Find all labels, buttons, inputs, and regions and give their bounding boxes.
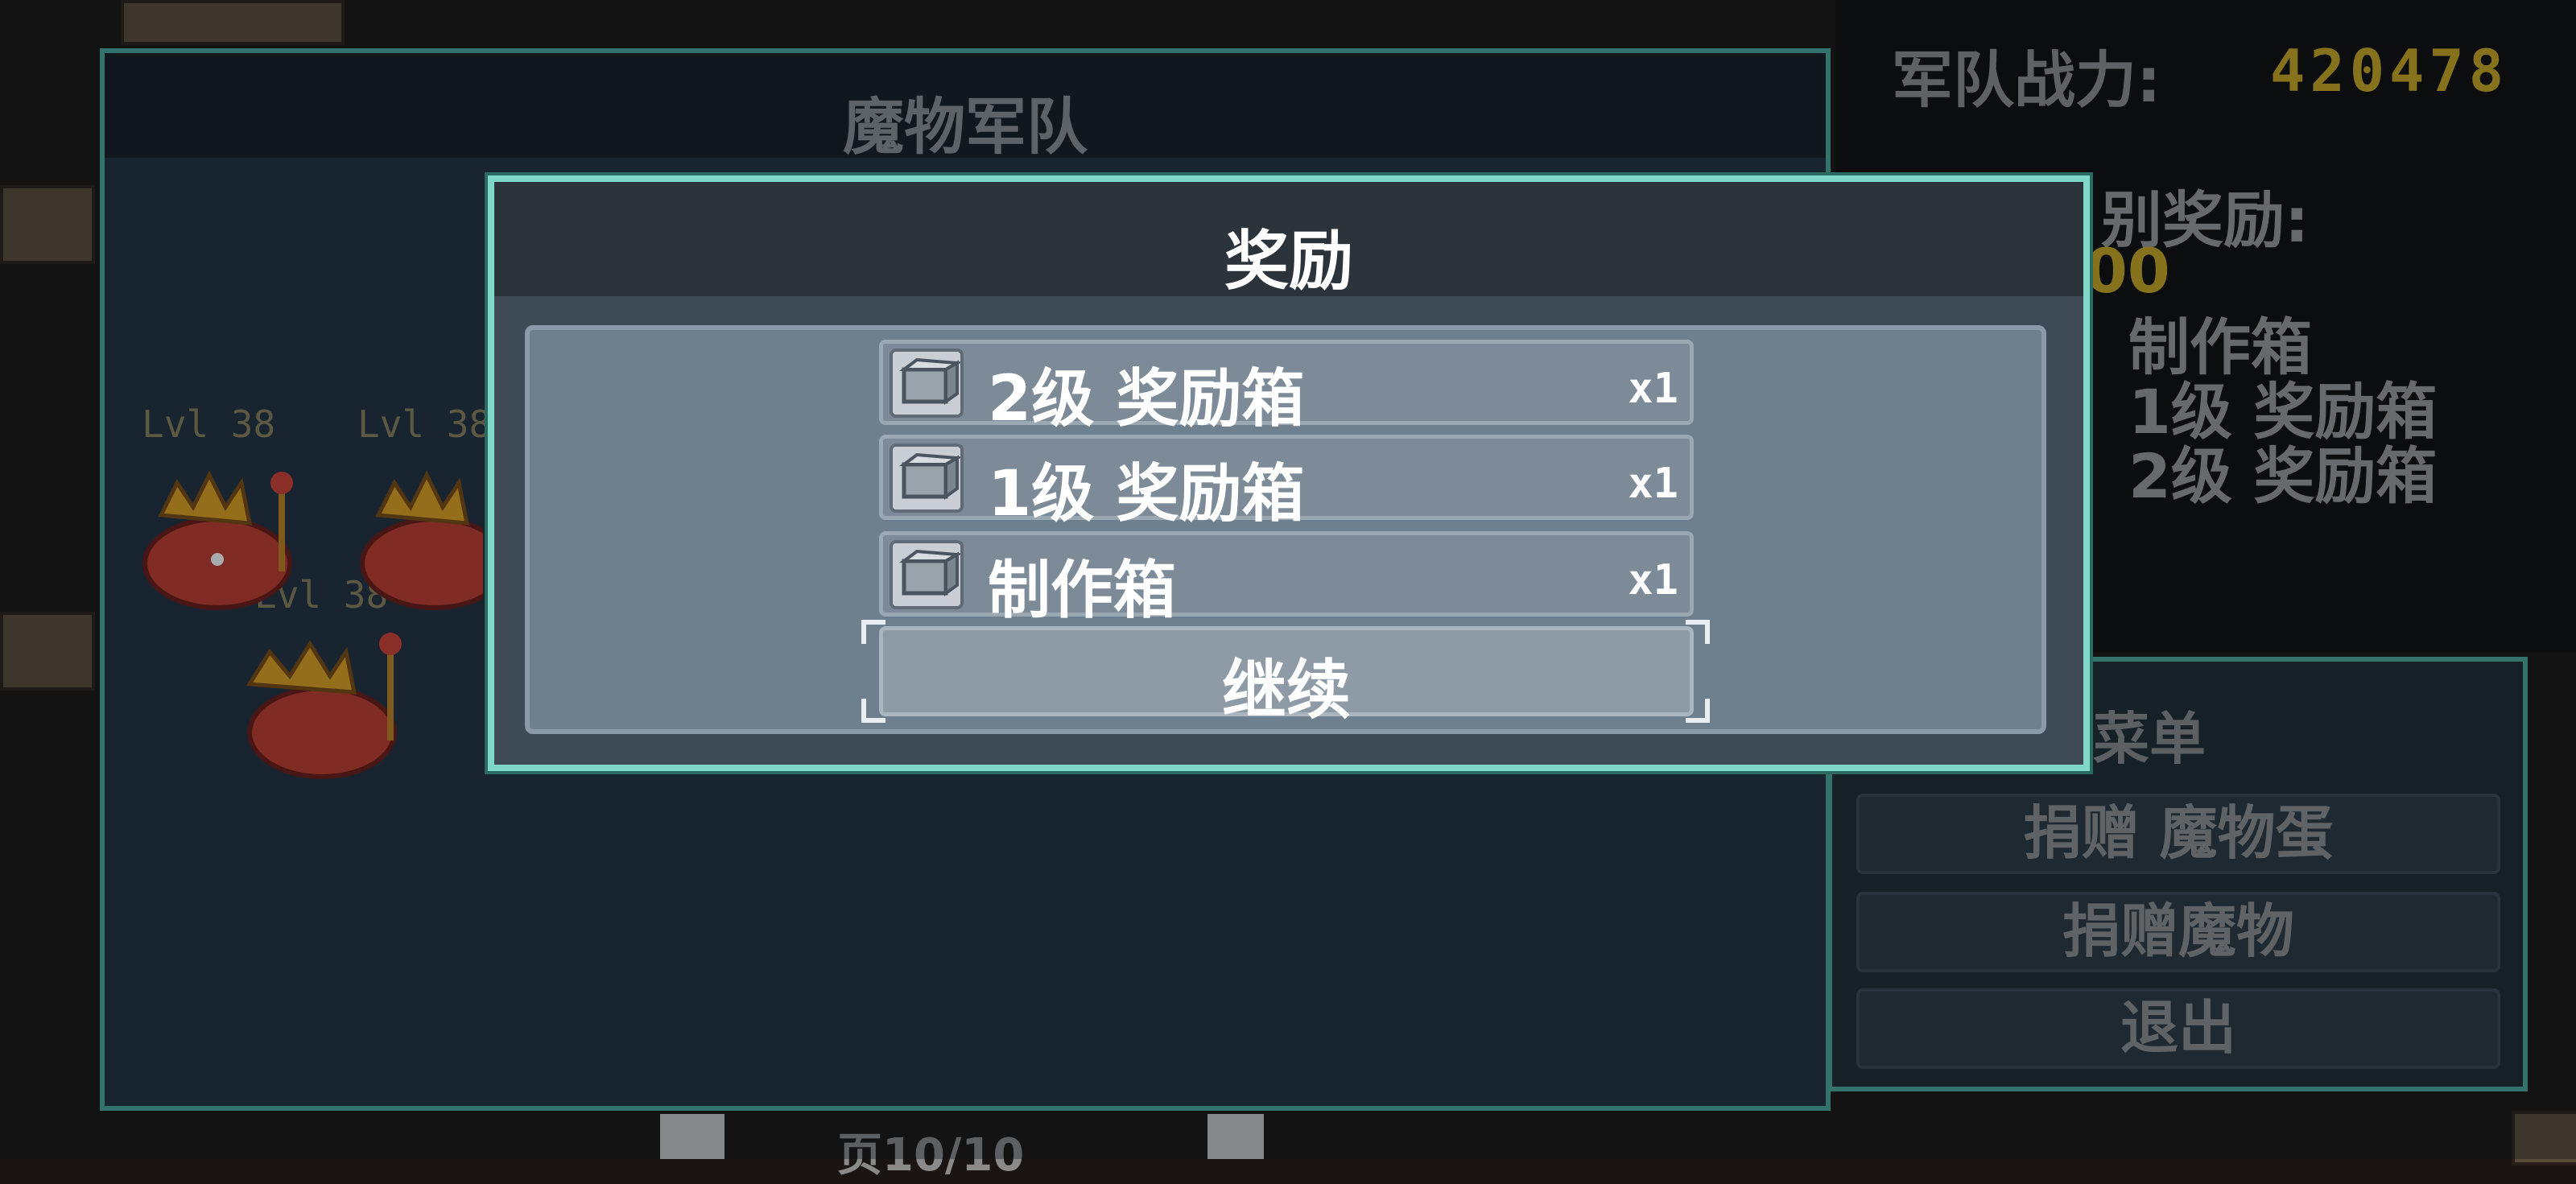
reward-item-name: 1级 奖励箱 [988, 458, 1305, 530]
continue-button[interactable]: 继续 [879, 626, 1694, 728]
reward-item-row: 2级 奖励箱 x1 [879, 340, 1694, 435]
continue-label: 继续 [1222, 653, 1351, 728]
corner-bracket-icon [861, 699, 886, 723]
corner-bracket-icon [1686, 699, 1710, 723]
reward-item-qty: x1 [1628, 365, 1678, 413]
reward-item-qty: x1 [1628, 460, 1678, 508]
chest-icon [890, 443, 964, 513]
corner-bracket-icon [861, 620, 886, 644]
chest-icon [890, 540, 964, 609]
chest-icon [890, 349, 964, 418]
reward-item-row: 1级 奖励箱 x1 [879, 435, 1694, 530]
reward-item-name: 2级 奖励箱 [988, 363, 1305, 435]
reward-item-row: 制作箱 x1 [879, 531, 1694, 627]
reward-item-name: 制作箱 [988, 555, 1177, 627]
reward-title: 奖励 [1224, 224, 1353, 299]
reward-item-qty: x1 [1628, 556, 1678, 604]
reward-header: 奖励 [494, 182, 2083, 299]
corner-bracket-icon [1686, 620, 1710, 644]
